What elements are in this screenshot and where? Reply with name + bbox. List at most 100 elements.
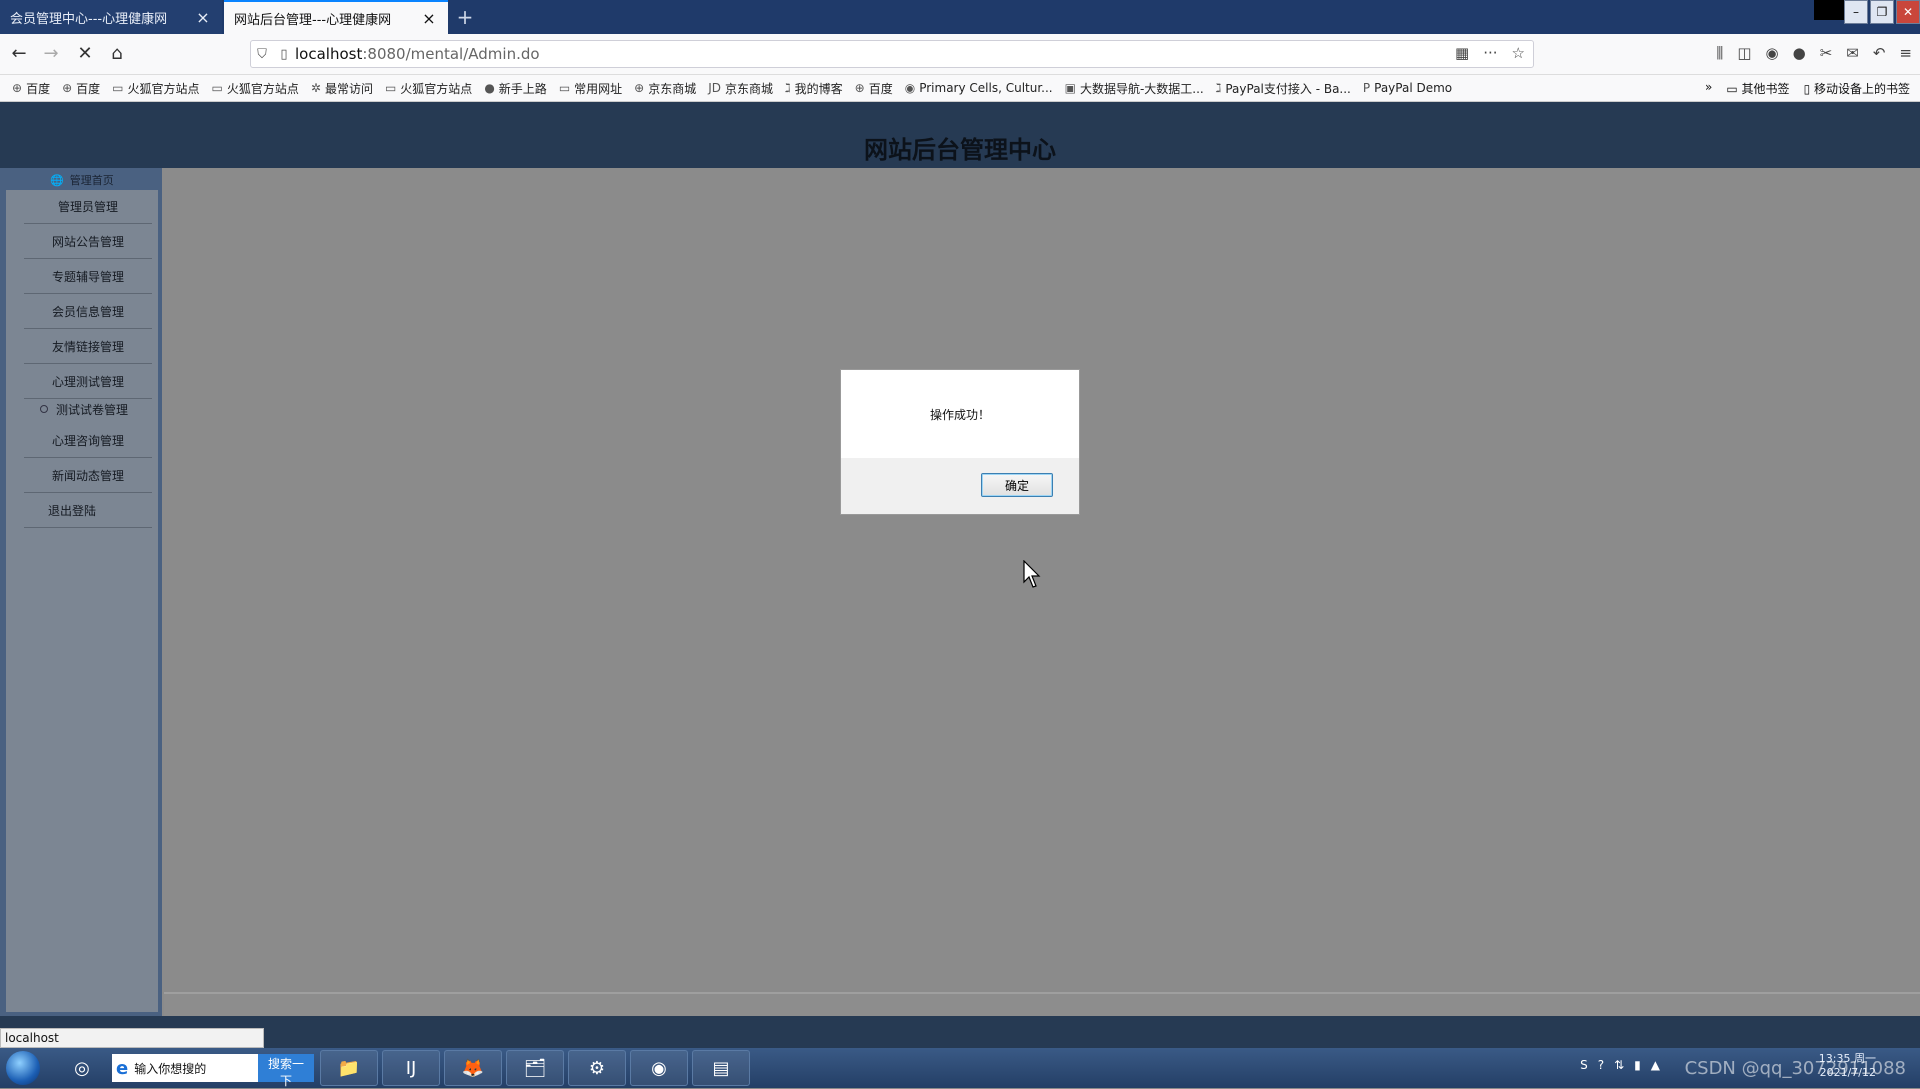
firefox-icon: ● bbox=[484, 81, 495, 95]
browser-tab-member-center[interactable]: 会员管理中心---心理健康网 × bbox=[0, 0, 222, 34]
page-icon: ▯ bbox=[280, 46, 288, 62]
bookmark-item[interactable]: ⊕ 京东商城 bbox=[634, 80, 696, 97]
bookmark-item[interactable]: ▭ 火狐官方站点 bbox=[212, 80, 299, 97]
bookmark-star-icon[interactable]: ☆ bbox=[1512, 44, 1525, 62]
start-button[interactable] bbox=[6, 1051, 40, 1085]
taskbar-search-button[interactable]: 搜索一下 bbox=[258, 1054, 314, 1088]
forward-arrow-icon[interactable]: → bbox=[38, 42, 64, 66]
sogou-input-icon[interactable]: S bbox=[1580, 1058, 1588, 1072]
more-actions-icon[interactable]: ··· bbox=[1483, 44, 1497, 62]
bookmark-item[interactable]: ▣ 大数据导航-大数据工... bbox=[1065, 80, 1204, 97]
address-bar[interactable]: ⛉ ▯ localhost:8080/mental/Admin.do ▦ ···… bbox=[250, 40, 1534, 68]
sidebar-item-topics[interactable]: 专题辅导管理 bbox=[24, 260, 152, 294]
bookmark-label: 京东商城 bbox=[725, 81, 774, 96]
sidebar-item-consulting[interactable]: 心理咨询管理 bbox=[24, 424, 152, 458]
file-explorer-icon[interactable]: 🗂 bbox=[506, 1050, 564, 1086]
taskbar-search-input[interactable]: e 输入你想搜的 bbox=[112, 1054, 258, 1082]
bookmark-label: 常用网址 bbox=[574, 81, 623, 96]
bookmark-item[interactable]: P PayPal Demo bbox=[1363, 81, 1452, 95]
system-tray: S ? ⇅ ▮ ▲ bbox=[1580, 1058, 1660, 1072]
browser-tab-admin[interactable]: 网站后台管理---心理健康网 × bbox=[224, 0, 448, 34]
stop-loading-icon[interactable]: ✕ bbox=[72, 42, 98, 66]
dialog-body: 操作成功！ bbox=[841, 370, 1079, 458]
close-icon[interactable]: × bbox=[420, 9, 438, 28]
bookmark-label: 百度 bbox=[26, 81, 51, 96]
mouse-cursor-icon bbox=[1023, 560, 1041, 588]
close-window-button[interactable]: ✕ bbox=[1896, 0, 1920, 24]
library-icon[interactable]: ⫼ bbox=[1716, 44, 1723, 62]
menu-icon[interactable]: ≡ bbox=[1899, 44, 1912, 62]
360-browser-icon[interactable]: ◎ bbox=[54, 1050, 110, 1086]
sidebar-item-links[interactable]: 友情链接管理 bbox=[24, 330, 152, 364]
tray-expand-icon[interactable]: ▲ bbox=[1651, 1058, 1660, 1072]
taskbar: ◎ e 输入你想搜的 搜索一下 📁 IJ 🦊 🗂 ⚙ ◉ ▤ S ? ⇅ ▮ ▲… bbox=[0, 1048, 1920, 1088]
shield-icon[interactable]: ⛉ bbox=[251, 47, 273, 62]
close-icon[interactable]: × bbox=[194, 8, 212, 27]
ok-button[interactable]: 确定 bbox=[981, 473, 1053, 497]
screenshot-icon[interactable]: ✂ bbox=[1820, 44, 1833, 62]
bookmark-item[interactable]: ● 新手上路 bbox=[484, 80, 547, 97]
terminal-app-icon[interactable]: ▤ bbox=[692, 1050, 750, 1086]
sidebar-item-announcements[interactable]: 网站公告管理 bbox=[24, 225, 152, 259]
new-tab-button[interactable]: + bbox=[452, 4, 478, 30]
bookmark-label: 百度 bbox=[76, 81, 101, 96]
folder-app-icon[interactable]: 📁 bbox=[320, 1050, 378, 1086]
window-controls: – ❐ ✕ bbox=[1842, 0, 1920, 26]
back-arrow-icon[interactable]: ← bbox=[6, 42, 32, 66]
qr-code-icon[interactable]: ▦ bbox=[1455, 44, 1469, 62]
url-text[interactable]: localhost:8080/mental/Admin.do bbox=[295, 45, 540, 63]
help-icon[interactable]: ? bbox=[1598, 1058, 1604, 1072]
globe-icon: ⊕ bbox=[854, 81, 865, 95]
bookmark-item[interactable]: ⊕ 百度 bbox=[12, 80, 50, 97]
bookmark-item[interactable]: ◉ Primary Cells, Cultur... bbox=[905, 81, 1053, 95]
bookmark-item[interactable]: ▭ 火狐官方站点 bbox=[385, 80, 472, 97]
undo-icon[interactable]: ↶ bbox=[1873, 44, 1886, 62]
bookmark-label: 京东商城 bbox=[648, 81, 697, 96]
paypal-icon: P bbox=[1362, 81, 1371, 95]
minimize-button[interactable]: – bbox=[1844, 0, 1868, 24]
network-icon[interactable]: ⇅ bbox=[1614, 1058, 1624, 1072]
bookmark-label: 火狐官方站点 bbox=[127, 81, 200, 96]
globe-icon: ⊕ bbox=[634, 81, 645, 95]
bookmark-item[interactable]: ▭ 常用网址 bbox=[559, 80, 622, 97]
intellij-idea-icon[interactable]: IJ bbox=[382, 1050, 440, 1086]
restore-button[interactable]: ❐ bbox=[1870, 0, 1894, 24]
watermark: CSDN @qq_3072911088 bbox=[1684, 1058, 1906, 1079]
sidebar-item-news[interactable]: 新闻动态管理 bbox=[24, 459, 152, 493]
sidebar-home[interactable]: 🌐 管理首页 bbox=[50, 172, 114, 188]
settings-app-icon[interactable]: ⚙ bbox=[568, 1050, 626, 1086]
bookmark-item[interactable]: ✲ 最常访问 bbox=[311, 80, 373, 97]
dialog-message: 操作成功！ bbox=[929, 407, 990, 422]
chevron-double-right-icon[interactable]: » bbox=[1705, 80, 1712, 97]
blog-icon: ℷ bbox=[785, 81, 791, 95]
content-bottom-strip bbox=[164, 992, 1920, 1018]
sidebar-item-members[interactable]: 会员信息管理 bbox=[24, 295, 152, 329]
chrome-icon[interactable]: ◉ bbox=[630, 1050, 688, 1086]
bookmark-item[interactable]: ▭ 火狐官方站点 bbox=[112, 80, 199, 97]
bookmark-item[interactable]: ℷ PayPal支付接入 - Ba... bbox=[1216, 80, 1351, 97]
other-bookmarks[interactable]: ▭ 其他书签 bbox=[1726, 80, 1789, 97]
sidebar-item-admin[interactable]: 管理员管理 bbox=[24, 190, 152, 224]
sidebar-item-test-papers[interactable]: 测试试卷管理 bbox=[22, 394, 150, 424]
bookmark-item[interactable]: ⊕ 百度 bbox=[62, 80, 100, 97]
bookmark-label: 火狐官方站点 bbox=[226, 81, 299, 96]
sidebar-icon[interactable]: ◫ bbox=[1737, 44, 1751, 62]
globe-icon: ⊕ bbox=[12, 81, 23, 95]
bookmark-item[interactable]: ℷ 我的博客 bbox=[785, 80, 843, 97]
bookmark-label: 新手上路 bbox=[498, 81, 547, 96]
battery-icon[interactable]: ▮ bbox=[1634, 1058, 1641, 1072]
account-icon[interactable]: ◉ bbox=[1766, 44, 1779, 62]
chat-icon[interactable]: ✉ bbox=[1846, 44, 1859, 62]
sidebar-item-logout[interactable]: 退出登陆 bbox=[24, 494, 152, 528]
page-footer bbox=[0, 1016, 1920, 1048]
ie-icon: e bbox=[116, 1057, 129, 1079]
home-icon[interactable]: ⌂ bbox=[104, 42, 130, 66]
tab-title: 会员管理中心---心理健康网 bbox=[10, 11, 168, 27]
bookmark-item[interactable]: ⊕ 百度 bbox=[855, 80, 893, 97]
bullet-icon bbox=[40, 405, 48, 413]
bookmark-item[interactable]: JD 京东商城 bbox=[708, 80, 773, 97]
globe-extension-icon[interactable]: ● bbox=[1793, 44, 1806, 62]
firefox-icon[interactable]: 🦊 bbox=[444, 1050, 502, 1086]
mobile-bookmarks[interactable]: ▯ 移动设备上的书签 bbox=[1804, 80, 1910, 97]
page-title: 网站后台管理中心 bbox=[864, 136, 1056, 164]
